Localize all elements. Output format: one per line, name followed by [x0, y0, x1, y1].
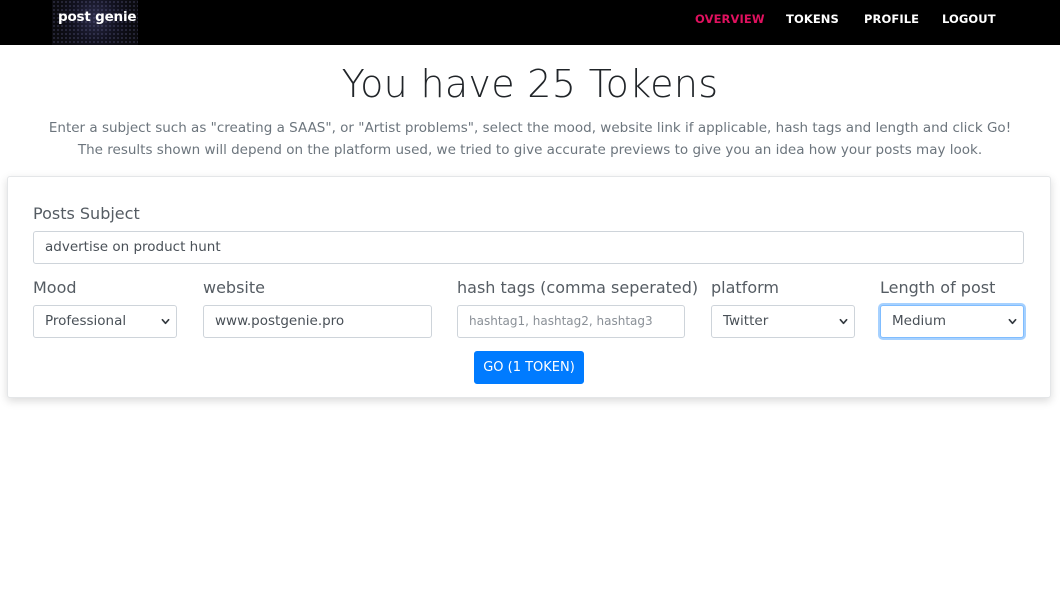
nav-link-profile[interactable]: PROFILE	[864, 12, 919, 26]
hashtags-input-placeholder: hashtag1, hashtag2, hashtag3	[469, 314, 653, 328]
mood-select-value: Professional	[45, 313, 127, 329]
chevron-down-icon	[1008, 318, 1017, 325]
go-button[interactable]: GO (1 TOKEN)	[474, 351, 584, 384]
page-title: You have 25 Tokens	[341, 62, 719, 106]
subject-input[interactable]: advertise on product hunt	[33, 231, 1024, 264]
nav-link-tokens[interactable]: TOKENS	[786, 12, 839, 26]
website-label: website	[203, 278, 265, 297]
platform-select-value: Twitter	[723, 313, 769, 329]
top-navbar: post genie OVERVIEW TOKENS PROFILE LOGOU…	[0, 0, 1060, 45]
instructions-line-2: The results shown will depend on the pla…	[77, 142, 983, 158]
instructions-line-1: Enter a subject such as "creating a SAAS…	[48, 120, 1012, 136]
subject-input-value: advertise on product hunt	[45, 239, 221, 255]
nav-link-overview[interactable]: OVERVIEW	[695, 12, 765, 26]
mood-label: Mood	[33, 278, 77, 297]
website-input[interactable]: www.postgenie.pro	[203, 305, 432, 338]
hashtags-label: hash tags (comma seperated)	[457, 278, 699, 297]
platform-label: platform	[711, 278, 779, 297]
length-label: Length of post	[880, 278, 996, 297]
subject-label: Posts Subject	[33, 204, 140, 223]
chevron-down-icon	[161, 318, 170, 325]
hashtags-input[interactable]: hashtag1, hashtag2, hashtag3	[457, 305, 685, 338]
length-select-value: Medium	[892, 313, 946, 329]
length-select[interactable]: Medium	[880, 305, 1024, 338]
website-input-value: www.postgenie.pro	[215, 313, 345, 329]
chevron-down-icon	[839, 318, 848, 325]
nav-link-logout[interactable]: LOGOUT	[942, 12, 996, 26]
platform-select[interactable]: Twitter	[711, 305, 855, 338]
mood-select[interactable]: Professional	[33, 305, 177, 338]
nav-links: OVERVIEW TOKENS PROFILE LOGOUT	[0, 0, 1060, 45]
